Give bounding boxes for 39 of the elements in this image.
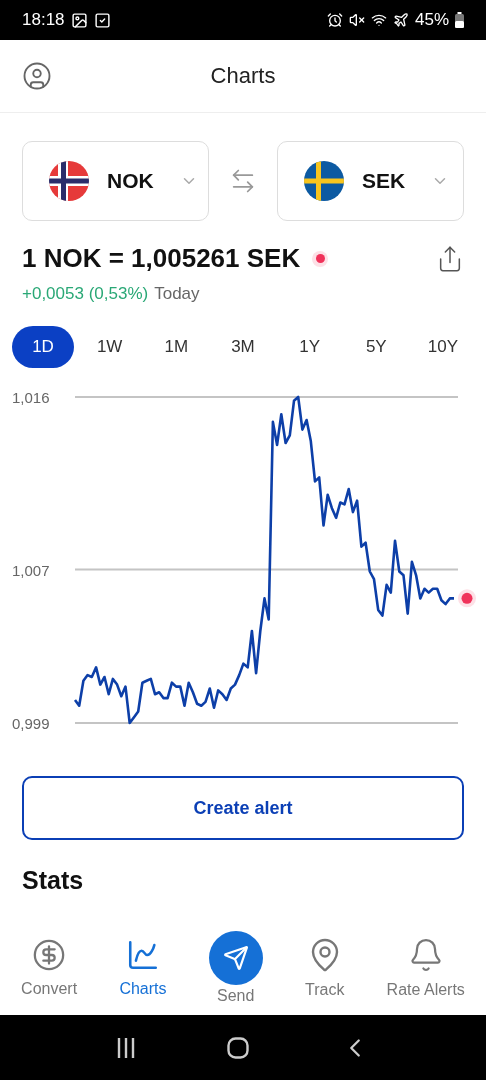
rate-change: +0,0053 (0,53%): [22, 284, 149, 304]
airplane-icon: [392, 12, 409, 28]
nav-tab[interactable]: Rate Alerts: [386, 936, 465, 999]
current-point: [458, 589, 476, 608]
mute-icon: [348, 12, 365, 28]
battery-icon: [455, 12, 464, 28]
axis-label: 1,007: [12, 561, 50, 579]
home-icon[interactable]: [227, 1036, 249, 1059]
range-tab[interactable]: 3M: [211, 326, 274, 368]
range-tab[interactable]: 5Y: [345, 326, 408, 368]
clock: 18:18: [22, 10, 65, 30]
wifi-icon: [370, 12, 387, 28]
flag-icon: [304, 161, 344, 201]
nav-tab[interactable]: Convert: [21, 937, 78, 998]
create-alert-button[interactable]: Create alert: [22, 776, 464, 840]
flag-icon: [49, 161, 89, 201]
range-tab[interactable]: 10Y: [411, 326, 474, 368]
exchange-rate: 1 NOK = 1,005261 SEK: [22, 243, 301, 274]
nav-tab[interactable]: Send: [208, 930, 263, 1005]
currency-selector[interactable]: NOK: [22, 141, 209, 221]
image-icon: [70, 11, 88, 29]
battery-level: 45%: [414, 10, 449, 30]
nav-tab[interactable]: Track: [304, 936, 345, 999]
axis-label: 0,999: [12, 715, 50, 732]
recent-apps-icon[interactable]: [115, 1037, 136, 1058]
range-tab[interactable]: 1M: [145, 326, 208, 368]
section-heading: Stats: [22, 866, 85, 895]
screen-title: Charts: [210, 63, 276, 89]
nav-tab[interactable]: Charts: [119, 937, 167, 998]
alarm-icon: [326, 12, 343, 28]
currency-selector[interactable]: SEK: [277, 141, 464, 221]
range-tab[interactable]: 1D: [12, 326, 74, 368]
checkbox-icon: [93, 11, 111, 29]
period-label: Today: [154, 284, 200, 304]
range-tab[interactable]: 1Y: [278, 326, 341, 368]
axis-label: 1,016: [12, 389, 50, 406]
range-tab[interactable]: 1W: [78, 326, 141, 368]
profile-icon[interactable]: [22, 61, 52, 91]
coin-icon: [32, 937, 67, 972]
